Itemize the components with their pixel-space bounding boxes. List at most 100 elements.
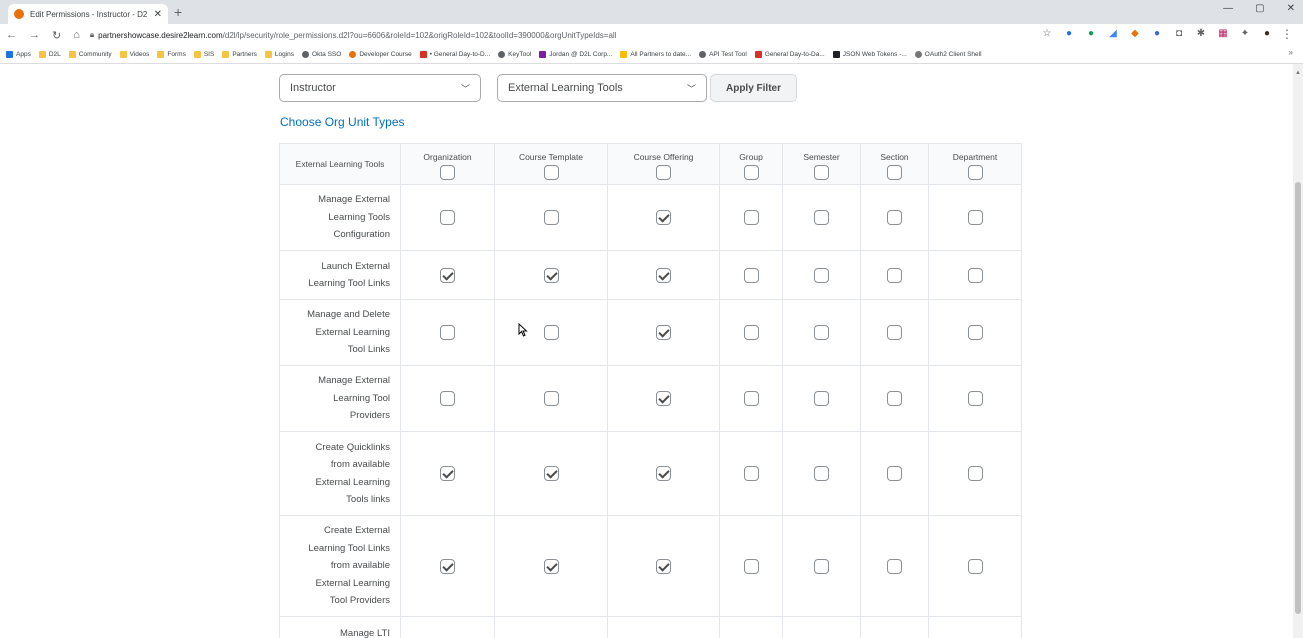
maximize-icon[interactable]: ▢ (1255, 3, 1264, 14)
select-column-checkbox[interactable] (814, 165, 829, 180)
select-column-checkbox[interactable] (967, 165, 983, 180)
permission-checkbox[interactable] (743, 466, 759, 481)
permission-checkbox[interactable] (656, 267, 671, 283)
bookmark-item[interactable]: Okta SSO (302, 51, 341, 58)
reload-icon[interactable]: ↻ (52, 29, 61, 42)
role-select[interactable]: Instructor ﹀ (279, 74, 481, 102)
bookmark-item[interactable]: API Test Tool (699, 51, 747, 58)
bookmark-item[interactable]: Developer Course (349, 51, 412, 58)
apply-filter-button[interactable]: Apply Filter (710, 74, 797, 102)
permission-checkbox[interactable] (656, 558, 671, 574)
permission-checkbox[interactable] (967, 558, 983, 574)
permission-checkbox[interactable] (656, 210, 671, 225)
tool-select[interactable]: External Learning Tools ﹀ (497, 74, 707, 102)
permission-checkbox[interactable] (967, 267, 983, 283)
browser-tab[interactable]: Edit Permissions - Instructor - D2 ✕ (8, 4, 168, 24)
extension-icon[interactable]: ◆ (1129, 28, 1141, 40)
bookmark-item[interactable]: JSON Web Tokens -... (832, 51, 907, 58)
camera-icon[interactable]: ◘ (1173, 28, 1185, 40)
bookmark-item[interactable]: OAuth2 Client Shell (914, 51, 982, 58)
permission-checkbox[interactable] (967, 466, 983, 481)
permission-checkbox[interactable] (656, 325, 671, 340)
permission-checkbox[interactable] (814, 267, 829, 283)
bookmark-item[interactable]: All Partners to date... (620, 51, 691, 58)
extension-icon[interactable]: ● (1151, 28, 1163, 40)
select-column-checkbox[interactable] (440, 165, 455, 180)
permission-checkbox[interactable] (440, 267, 455, 283)
permission-checkbox[interactable] (743, 391, 759, 406)
bookmark-item[interactable]: KeyTool (498, 51, 531, 58)
address-bar[interactable]: 🔒︎ partnershowcase.desire2learn.com/d2l/… (90, 30, 617, 40)
permission-checkbox[interactable] (656, 466, 671, 481)
permission-checkbox[interactable] (656, 391, 671, 406)
permission-label: Manage LTI (279, 616, 401, 638)
new-tab-icon[interactable]: + (174, 4, 182, 20)
scroll-up-icon[interactable]: ▲ (1295, 70, 1301, 76)
permission-checkbox[interactable] (887, 466, 902, 481)
forward-icon[interactable]: → (29, 29, 40, 42)
permission-checkbox[interactable] (887, 210, 902, 225)
permission-checkbox[interactable] (887, 325, 902, 340)
select-column-checkbox[interactable] (887, 165, 902, 180)
permission-checkbox[interactable] (887, 558, 902, 574)
bookmark-item[interactable]: Partners (222, 51, 257, 58)
permission-checkbox[interactable] (814, 466, 829, 481)
permission-checkbox[interactable] (743, 558, 759, 574)
close-tab-icon[interactable]: ✕ (154, 9, 162, 20)
permission-checkbox[interactable] (743, 210, 759, 225)
permission-checkbox[interactable] (814, 325, 829, 340)
extension-icon[interactable]: ● (1085, 28, 1097, 40)
bookmark-item[interactable]: Apps (6, 51, 31, 58)
extension-icon[interactable]: ● (1063, 28, 1075, 40)
bookmark-item[interactable]: Community (68, 51, 112, 58)
puzzle-icon[interactable]: ✦ (1239, 28, 1251, 40)
extension-icon[interactable]: ◢ (1107, 28, 1119, 40)
permission-checkbox[interactable] (887, 391, 902, 406)
permission-checkbox[interactable] (440, 391, 455, 406)
back-icon[interactable]: ← (6, 29, 17, 42)
choose-org-unit-types-link[interactable]: Choose Org Unit Types (280, 115, 405, 129)
permission-checkbox[interactable] (543, 325, 559, 340)
bookmark-item[interactable]: Jordan @ D2L Corp... (539, 51, 612, 58)
permission-checkbox[interactable] (814, 391, 829, 406)
permission-checkbox[interactable] (440, 466, 455, 481)
select-column-checkbox[interactable] (743, 165, 759, 180)
extension-icon[interactable]: ▦ (1217, 28, 1229, 40)
permission-checkbox[interactable] (543, 391, 559, 406)
permission-checkbox[interactable] (814, 558, 829, 574)
permission-checkbox[interactable] (814, 210, 829, 225)
bookmark-item[interactable]: Logins (264, 51, 294, 58)
star-icon[interactable]: ☆ (1041, 28, 1053, 40)
bookmark-item[interactable]: D2L (38, 51, 61, 58)
scrollbar[interactable]: ▲ (1293, 64, 1303, 638)
permission-checkbox[interactable] (967, 391, 983, 406)
bookmark-item[interactable]: Videos (119, 51, 149, 58)
minimize-icon[interactable]: — (1223, 3, 1233, 14)
extension-icon[interactable]: ✱ (1195, 28, 1207, 40)
scrollbar-thumb[interactable] (1295, 182, 1301, 614)
permission-checkbox[interactable] (743, 267, 759, 283)
bookmark-item[interactable]: General Day-to-Da... (754, 51, 825, 58)
permission-checkbox[interactable] (543, 210, 559, 225)
close-window-icon[interactable]: ✕ (1287, 3, 1295, 14)
permission-checkbox[interactable] (543, 466, 559, 481)
permission-checkbox[interactable] (887, 267, 902, 283)
permission-checkbox[interactable] (440, 325, 455, 340)
menu-icon[interactable]: ⋮ (1281, 27, 1293, 41)
permission-checkbox[interactable] (543, 558, 559, 574)
bookmark-item[interactable]: • General Day-to-D... (419, 51, 490, 58)
bookmark-item[interactable]: Forms (157, 51, 186, 58)
permission-checkbox[interactable] (967, 325, 983, 340)
home-icon[interactable]: ⌂ (73, 29, 80, 42)
permission-checkbox[interactable] (543, 267, 559, 283)
select-column-checkbox[interactable] (543, 165, 559, 180)
permission-checkbox[interactable] (440, 210, 455, 225)
permission-cell (928, 365, 1022, 432)
bookmark-item[interactable]: SIS (193, 51, 214, 58)
avatar[interactable]: ● (1261, 28, 1273, 40)
permission-checkbox[interactable] (743, 325, 759, 340)
more-bookmarks-icon[interactable]: » (1289, 48, 1293, 57)
select-column-checkbox[interactable] (656, 165, 671, 180)
permission-checkbox[interactable] (440, 558, 455, 574)
permission-checkbox[interactable] (967, 210, 983, 225)
